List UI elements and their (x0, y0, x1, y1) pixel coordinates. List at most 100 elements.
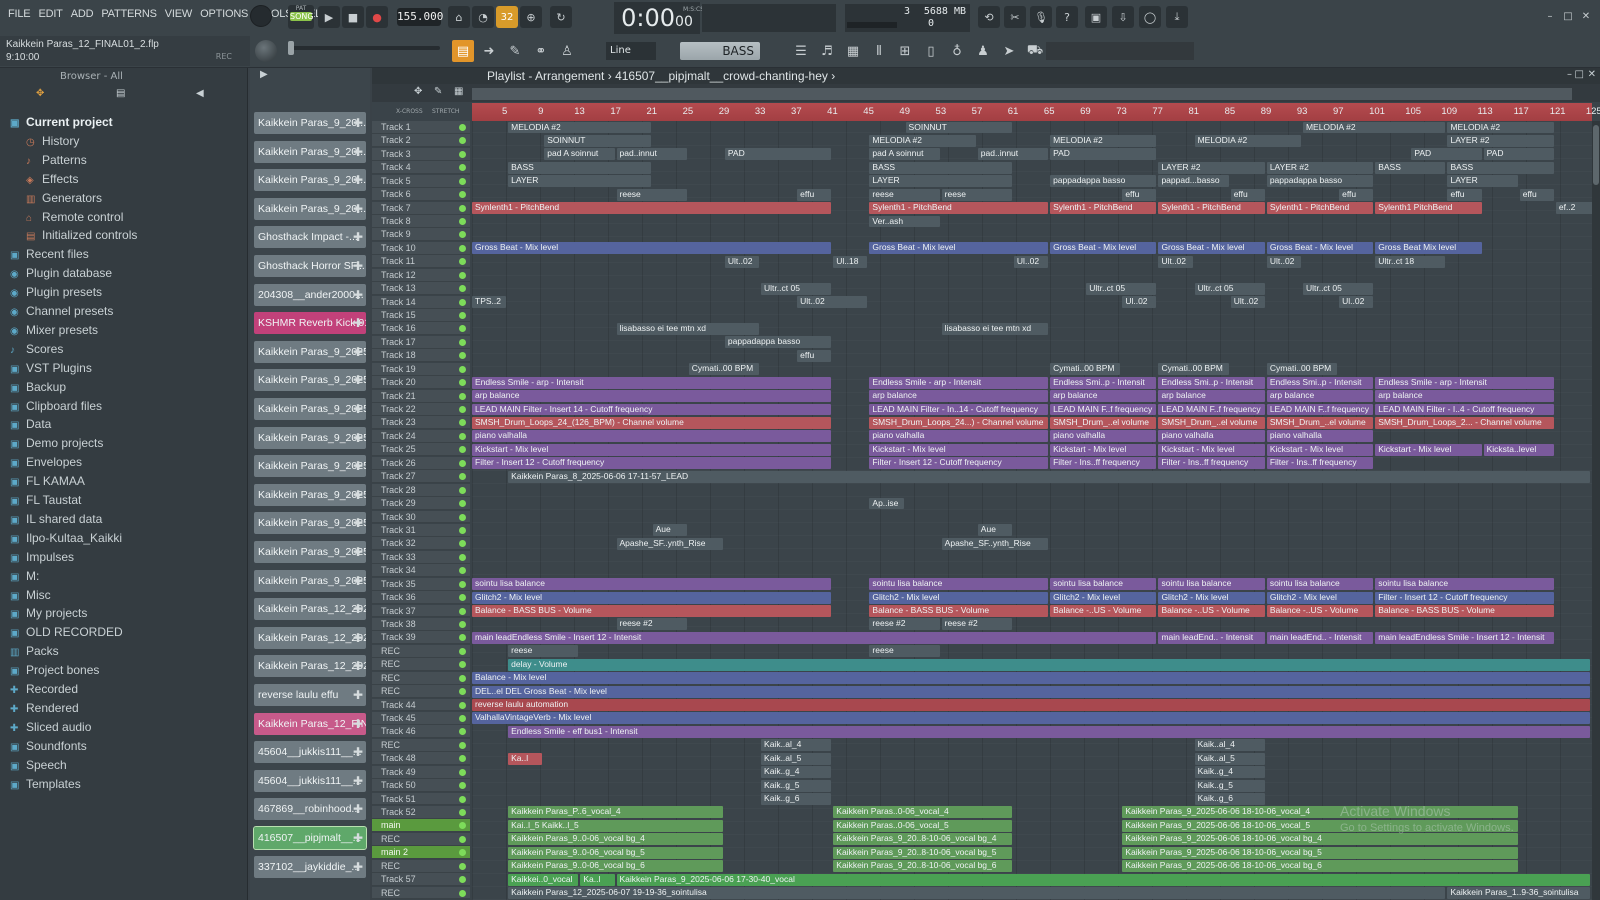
playlist-clip[interactable]: Sylenth1 - PitchBend (1266, 202, 1374, 214)
browser-tab-files-icon[interactable]: ▤ (116, 88, 125, 99)
playlist-clip[interactable]: Ult..02 (1266, 255, 1301, 268)
track-mute-indicator[interactable] (459, 540, 466, 548)
menu-view[interactable]: VIEW (161, 6, 196, 22)
picker-item[interactable]: Kaikkein Paras_9_20... ✚ (254, 197, 366, 220)
add-pattern-icon[interactable]: ✚ (353, 655, 363, 677)
playlist-clip[interactable]: reese #2 (616, 618, 687, 631)
playlist-clip[interactable]: Ul..02 (1339, 296, 1374, 309)
track-header[interactable]: Track 15 (372, 309, 470, 322)
playlist-clip[interactable]: main leadEnd.. - Intensit (1158, 631, 1265, 644)
browser-item[interactable]: ▣ FL KAMAA (10, 474, 85, 488)
picker-item[interactable]: Kaikkein Paras_9_2025-0...✚ (254, 398, 366, 420)
picker-item[interactable]: Kaikkein Paras_12_2025-...✚ (254, 598, 366, 621)
track-header[interactable]: Track 16 (372, 322, 470, 336)
menu-options[interactable]: OPTIONS (196, 6, 252, 22)
playlist-clip[interactable]: Ultr..ct 05 (1194, 282, 1265, 295)
playlist-clip[interactable]: Ka..l (580, 873, 615, 886)
track-mute-indicator[interactable] (459, 701, 466, 709)
picker-item[interactable]: Kaikkein Paras_12_2025-...✚ (254, 655, 366, 678)
track-header[interactable]: Track 33 (372, 550, 470, 564)
playlist-clip[interactable]: Glitch2 - Mix level (1050, 591, 1157, 604)
track-mute-indicator[interactable] (459, 714, 466, 722)
playlist-clip[interactable]: Kaikkein Paras_9..0-06_vocal bg_6 (508, 860, 723, 873)
playlist-clip[interactable]: piano valhalla (869, 430, 1049, 443)
track-mute-indicator[interactable] (459, 795, 466, 803)
playlist-clip[interactable]: pad A soinnut (544, 148, 615, 161)
playlist-clip[interactable]: sointu lisa balance (869, 578, 1049, 591)
playlist-clip[interactable]: LEAD MAIN F..f frequency (1158, 403, 1265, 416)
browser-item[interactable]: ▣ IL shared data (10, 512, 102, 526)
playlist-clip[interactable]: Kaik..g_5 (1194, 779, 1265, 792)
loop-region[interactable] (472, 103, 1592, 121)
playlist-menu-icon[interactable]: ▶ (260, 69, 268, 80)
playlist-clip[interactable]: reese (869, 188, 940, 201)
arrangement-grid[interactable]: MELODIA #2 SOINNUT MELODIA #2 MELODIA #2 SOI… (472, 121, 1592, 900)
browser-item[interactable]: ▣ M: (10, 569, 39, 583)
touch-controller-button[interactable]: ♁ (946, 40, 968, 62)
playlist-clip[interactable]: PAD (1411, 148, 1482, 161)
playlist-clip[interactable]: Balance -..US - Volume (1158, 605, 1265, 617)
playlist-clip[interactable]: LAYER (869, 175, 1012, 188)
picker-item[interactable]: Kaikkein Paras_9_2025-0...✚ (254, 512, 366, 535)
track-header[interactable]: REC (372, 886, 470, 900)
maximize-button[interactable]: □ (1561, 10, 1575, 24)
cpu-memory-monitor[interactable]: 3 5688 MB 0 (845, 4, 970, 32)
move-tool-icon[interactable]: ✥ (414, 86, 422, 97)
browser-item[interactable]: ⌂ Remote control (26, 210, 123, 224)
track-header[interactable]: Track 38 (372, 617, 470, 631)
add-pattern-icon[interactable]: ✚ (353, 713, 363, 735)
playlist-clip[interactable]: LAYER #2 (1447, 134, 1554, 147)
playlist-clip[interactable]: Ul..18 (833, 255, 868, 268)
track-header[interactable]: Track 36 (372, 591, 470, 604)
playlist-clip[interactable]: Ul..02 (1013, 255, 1049, 268)
browser-item[interactable]: ▣ Envelopes (10, 455, 82, 469)
track-mute-indicator[interactable] (459, 634, 466, 642)
playlist-clip[interactable]: Filter - Ins..ff frequency (1050, 457, 1157, 470)
track-header[interactable]: REC (372, 671, 470, 685)
track-header[interactable]: Track 21 (372, 389, 470, 403)
playlist-clip[interactable]: Kaikkein Paras_9_20..8-10-06_vocal bg_6 (833, 860, 1012, 873)
track-mute-indicator[interactable] (459, 244, 466, 252)
add-pattern-icon[interactable]: ✚ (353, 827, 363, 849)
track-mute-indicator[interactable] (459, 298, 466, 306)
playlist-clip[interactable]: LAYER (1447, 175, 1518, 188)
track-header[interactable]: Track 31 (372, 523, 470, 537)
playlist-clip[interactable]: Kickstart - Mix level (1375, 443, 1482, 456)
vertical-scrollbar[interactable] (1592, 121, 1600, 900)
pencil-tool-button[interactable]: ✎ (504, 40, 526, 62)
tempo-display[interactable]: 155.000 (397, 8, 443, 26)
playlist-clip[interactable]: Kaikkein Paras_9_2025-06-06 18-10-06_voc… (1122, 833, 1518, 846)
playlist-clip[interactable]: Apashe_SF..ynth_Rise (616, 537, 723, 550)
track-mute-indicator[interactable] (459, 150, 466, 158)
add-pattern-icon[interactable]: ✚ (353, 627, 363, 649)
undo-history-button[interactable]: ⟲ (978, 6, 1000, 28)
playlist-clip[interactable]: LEAD MAIN F..f frequency (1266, 403, 1374, 416)
add-pattern-icon[interactable]: ✚ (353, 169, 363, 191)
playlist-clip[interactable]: ef..2 (1555, 202, 1592, 214)
playlist-clip[interactable]: reese #2 (869, 618, 940, 631)
playlist-clip[interactable]: PAD (1050, 148, 1157, 161)
browser-item[interactable]: ♪ Patterns (26, 153, 87, 167)
playlist-clip[interactable]: Cymati..00 BPM (1158, 363, 1229, 376)
track-header[interactable]: Track 50 (372, 779, 470, 793)
playlist-clip[interactable]: Kaikkein Paras_9..0-06_vocal bg_4 (508, 833, 723, 846)
playlist-clip[interactable]: pad A soinnut (869, 148, 940, 161)
track-header[interactable]: Track 6 (372, 188, 470, 202)
playlist-clip[interactable]: Kaik..al_4 (761, 739, 832, 752)
add-pattern-icon[interactable]: ✚ (353, 541, 363, 563)
playlist-clip[interactable]: Glitch2 - Mix level (1158, 591, 1265, 604)
picker-item[interactable]: 467869__robinhood... ✚ (254, 798, 366, 821)
playlist-clip[interactable]: MELODIA #2 (1302, 121, 1446, 134)
playlist-clip[interactable]: Synlenth1 - PitchBend (472, 202, 832, 214)
playlist-clip[interactable]: Kickstart - Mix level (1158, 443, 1265, 456)
playlist-close-button[interactable]: ✕ (1588, 69, 1596, 80)
playlist-clip[interactable]: Kickstart - Mix level (1050, 443, 1157, 456)
track-mute-indicator[interactable] (459, 728, 466, 736)
picker-item[interactable]: Kaikkein Paras_12_2025-...✚ (254, 626, 366, 649)
track-header[interactable]: Track 37 (372, 604, 470, 618)
picker-item[interactable]: Kaikkein Paras_9_2025-0...✚ (254, 483, 366, 506)
playlist-clip[interactable]: Kaik..al_5 (761, 752, 832, 765)
playlist-clip[interactable]: Ult..02 (797, 296, 868, 309)
browser-item[interactable]: ▣ Project bones (10, 663, 99, 677)
playlist-clip[interactable]: effu (1339, 188, 1374, 201)
